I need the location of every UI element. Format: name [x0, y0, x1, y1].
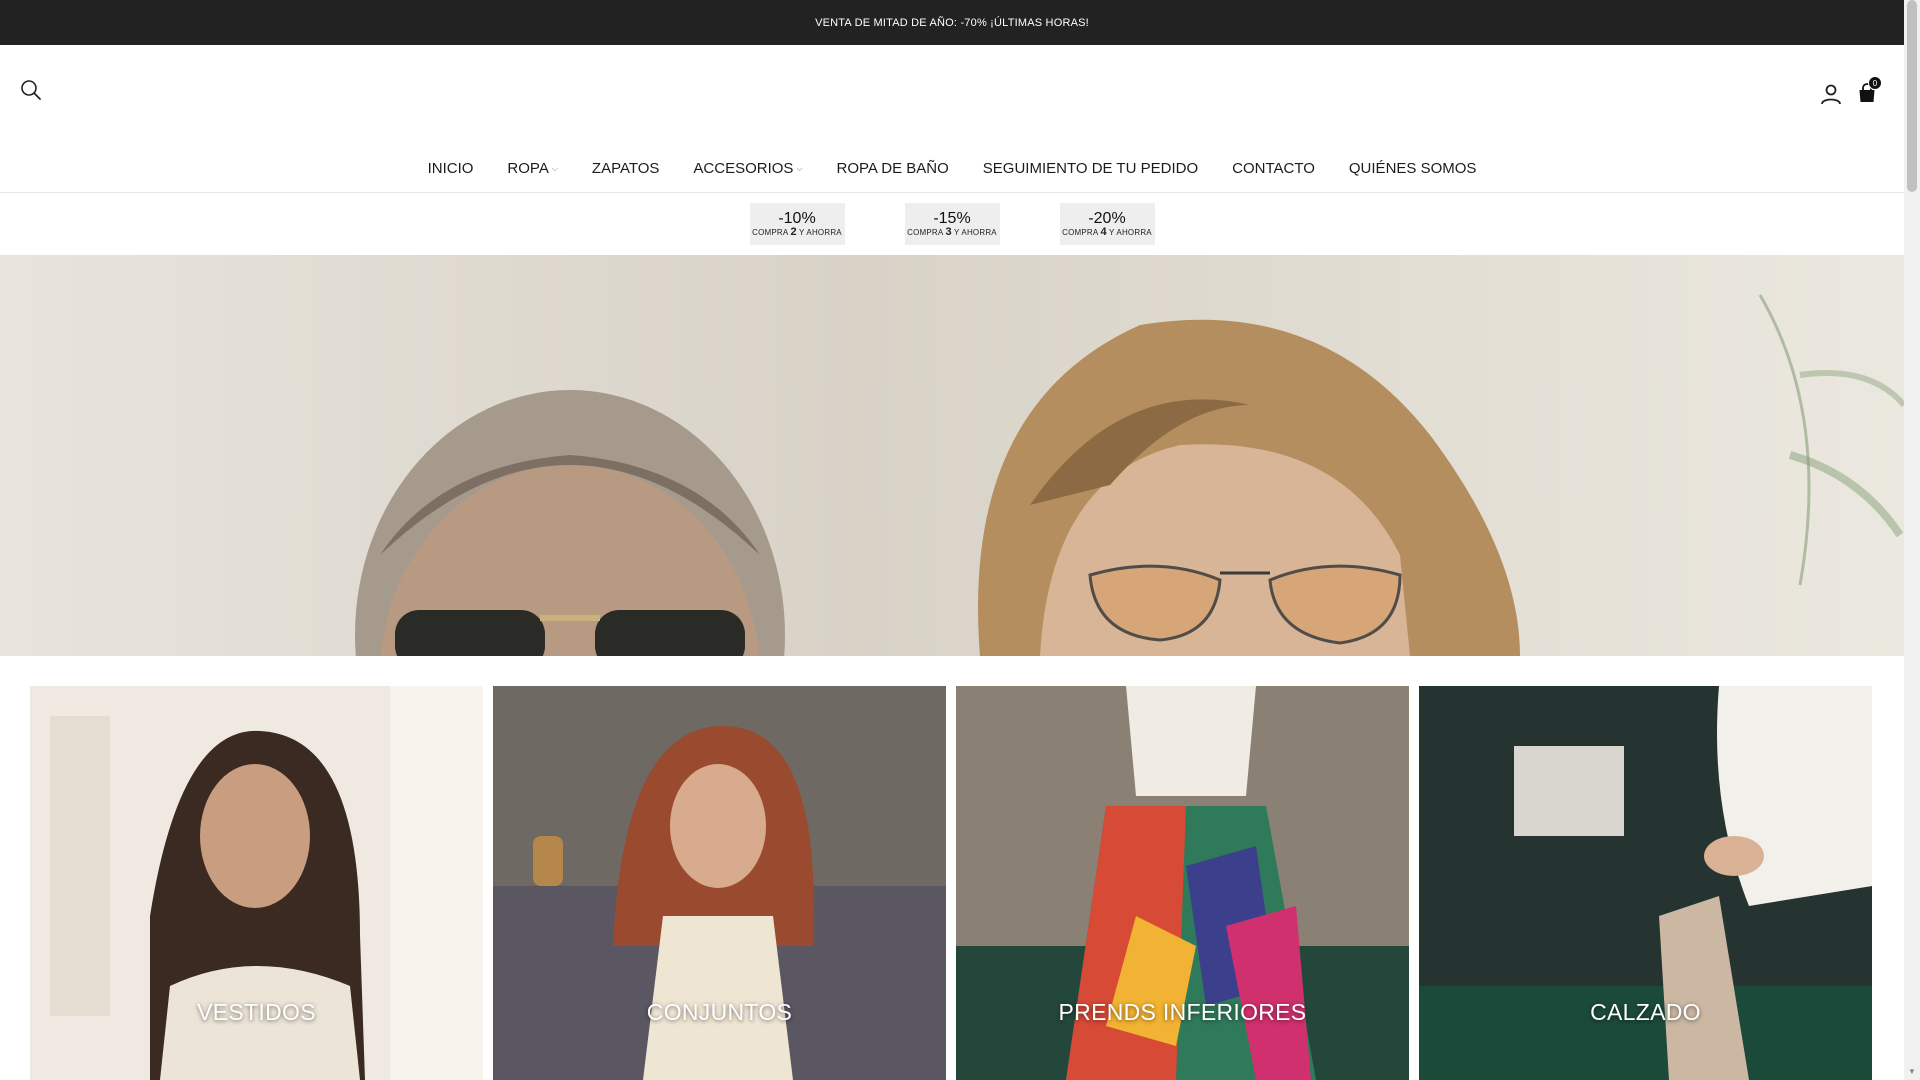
category-tile-vestidos[interactable]: VESTIDOS: [30, 686, 483, 1080]
scroll-down-arrow-icon[interactable]: ▼: [1904, 1064, 1920, 1080]
nav-label: ROPA: [507, 159, 549, 177]
nav-item-ropa-de-bano[interactable]: ROPA DE BAÑO: [820, 155, 966, 181]
promo-subtitle: COMPRA 4 Y AHORRA: [1062, 226, 1152, 238]
nav-label: ZAPATOS: [591, 159, 660, 177]
promo-badge-15[interactable]: -15% COMPRA 3 Y AHORRA: [904, 203, 1000, 245]
nav-label: ACCESORIOS: [693, 159, 794, 177]
nav-item-contacto[interactable]: CONTACTO: [1215, 155, 1332, 181]
hero-banner[interactable]: [0, 255, 1904, 656]
category-tile-conjuntos[interactable]: CONJUNTOS: [493, 686, 946, 1080]
promo-strip: -10% COMPRA 2 Y AHORRA -15% COMPRA 3 Y A…: [0, 193, 1904, 255]
nav-label: CONTACTO: [1232, 159, 1315, 177]
chevron-down-icon: ⌵: [551, 164, 558, 173]
page-scrollbar[interactable]: ▼: [1904, 0, 1920, 1080]
nav-item-accesorios[interactable]: ACCESORIOS ⌵: [676, 155, 819, 181]
nav-item-zapatos[interactable]: ZAPATOS: [575, 155, 677, 181]
search-icon: [21, 80, 41, 100]
category-label: VESTIDOS: [197, 999, 316, 1025]
nav-label: ROPA DE BAÑO: [836, 159, 949, 177]
nav-item-seguimiento[interactable]: SEGUIMIENTO DE TU PEDIDO: [966, 155, 1215, 181]
promo-badge-20[interactable]: -20% COMPRA 4 Y AHORRA: [1059, 203, 1155, 245]
category-grid: VESTIDOS CONJUNTOS PRENDS INFERIORES CAL…: [30, 686, 1875, 1080]
account-button[interactable]: [1816, 79, 1846, 109]
site-header: 0 INICIO ROPA ⌵ ZAPATOS ACCESORIOS ⌵ ROPA …: [0, 45, 1904, 193]
category-label: CALZADO: [1590, 999, 1701, 1025]
cart-button[interactable]: 0: [1852, 76, 1882, 108]
search-button[interactable]: [16, 75, 46, 105]
promo-subtitle: COMPRA 3 Y AHORRA: [907, 226, 997, 238]
nav-item-ropa[interactable]: ROPA ⌵: [490, 155, 574, 181]
user-icon: [1821, 84, 1841, 105]
nav-label: SEGUIMIENTO DE TU PEDIDO: [982, 159, 1199, 177]
announcement-text: VENTA DE MITAD DE AÑO: -70% ¡ÚLTIMAS HOR…: [815, 16, 1089, 29]
scrollbar-thumb[interactable]: [1907, 0, 1917, 192]
hero-image: [0, 255, 1904, 656]
main-navigation: INICIO ROPA ⌵ ZAPATOS ACCESORIOS ⌵ ROPA DE…: [0, 155, 1904, 181]
category-tile-calzado[interactable]: CALZADO: [1419, 686, 1872, 1080]
nav-label: INICIO: [427, 159, 474, 177]
promo-discount: -10%: [778, 210, 816, 227]
chevron-down-icon: ⌵: [796, 164, 803, 173]
nav-item-quienes-somos[interactable]: QUIÉNES SOMOS: [1332, 155, 1494, 181]
promo-subtitle: COMPRA 2 Y AHORRA: [752, 226, 842, 238]
promo-discount: -15%: [933, 210, 971, 227]
cart-count-badge: 0: [1868, 76, 1882, 90]
nav-label: QUIÉNES SOMOS: [1348, 159, 1477, 177]
category-label: PRENDS INFERIORES: [1058, 999, 1307, 1025]
category-label: CONJUNTOS: [646, 999, 793, 1025]
promo-discount: -20%: [1088, 210, 1126, 227]
promo-badge-10[interactable]: -10% COMPRA 2 Y AHORRA: [749, 203, 845, 245]
category-tile-prendas-inferiores[interactable]: PRENDS INFERIORES: [956, 686, 1409, 1080]
nav-item-inicio[interactable]: INICIO: [411, 155, 491, 181]
announcement-bar: VENTA DE MITAD DE AÑO: -70% ¡ÚLTIMAS HOR…: [0, 0, 1904, 45]
